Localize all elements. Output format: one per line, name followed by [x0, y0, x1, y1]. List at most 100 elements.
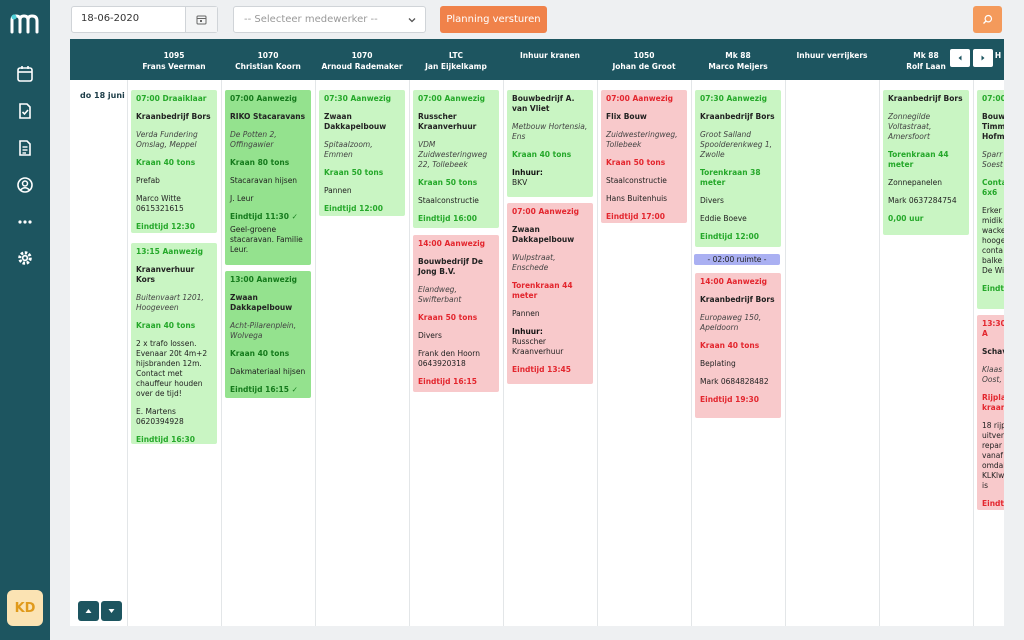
job-card[interactable]: 07:00 Aanwezig Russcher Kraanverhuur VDM…	[413, 90, 499, 228]
column-header: Inhuur kranen	[503, 39, 597, 80]
job-card[interactable]: 13:30 A Schav Klaas Oost, Rijpla kraan 1…	[977, 315, 1004, 510]
job-card[interactable]: 13:15 Aanwezig Kraanverhuur Kors Buitenv…	[131, 243, 217, 444]
job-time: 13:00 Aanwezig	[230, 275, 298, 284]
job-card[interactable]: 13:00 Aanwezig Zwaan Dakkapelbouw Acht-P…	[225, 271, 311, 398]
job-location: Acht-Pilarenplein, Wolvega	[230, 321, 297, 340]
gap-indicator: - 02:00 ruimte -	[694, 254, 780, 265]
sidebar: KD	[0, 0, 50, 640]
job-crane: Kraan 50 tons	[606, 158, 666, 167]
job-company: Schav	[982, 347, 1004, 356]
job-crane: Kraan 80 tons	[230, 158, 290, 167]
job-contact: Mark 0637284754	[888, 196, 957, 205]
job-location: Verda Fundering Omslag, Meppel	[136, 130, 198, 149]
job-location: Europaweg 150, Apeldoorn	[700, 313, 762, 332]
job-endtime: Eindti	[982, 499, 1004, 508]
column-divider	[973, 80, 974, 626]
job-task: Pannen	[512, 309, 540, 318]
job-company: Zwaan Dakkapelbouw	[324, 112, 387, 131]
chevron-down-icon	[408, 18, 416, 23]
job-hours: 0,00 uur	[888, 214, 924, 223]
job-endtime: Eindtijd 12:30	[136, 222, 195, 231]
column-name: Inhuur kranen	[520, 51, 580, 60]
job-card[interactable]: 07:00 Aanwezig Flix Bouw Zuidwesteringwe…	[601, 90, 687, 223]
column-code: LTC	[448, 51, 464, 60]
job-crane: Torenkraan 38 meter	[700, 168, 761, 187]
job-company: Bouwbedrijf De Jong B.V.	[418, 257, 483, 276]
scroll-down-button[interactable]	[101, 601, 122, 621]
logo-icon	[10, 14, 39, 34]
job-time: 14:00 Aanwezig	[700, 277, 768, 286]
job-crane: Kraan 50 tons	[418, 178, 478, 187]
scroll-up-button[interactable]	[78, 601, 99, 621]
calendar-icon	[196, 15, 207, 25]
job-card[interactable]: 07:00 Aanwezig Zwaan Dakkapelbouw Wulpst…	[507, 203, 593, 384]
employee-select[interactable]: -- Selecteer medewerker --	[233, 6, 426, 33]
job-company: Zwaan Dakkapelbouw	[230, 293, 293, 312]
job-time: 07:00 Aanwezig	[418, 94, 486, 103]
job-card[interactable]: 07:00 Bouw Timm Hofm Sparr Soest Conta 6…	[977, 90, 1004, 309]
job-location: Metbouw Hortensia, Ens	[512, 122, 588, 141]
job-card[interactable]: Bouwbedrijf A. van Vliet Metbouw Hortens…	[507, 90, 593, 197]
job-card[interactable]: 07:00 Aanwezig RIKO Stacaravans De Potte…	[225, 90, 311, 265]
column-name: Arnoud Rademaker	[321, 62, 403, 71]
job-task: Staalconstructie	[418, 196, 479, 205]
column-header: H	[992, 39, 1004, 80]
job-card[interactable]: 14:00 Aanwezig Bouwbedrijf De Jong B.V. …	[413, 235, 499, 392]
date-input[interactable]: 18-06-2020	[71, 6, 218, 33]
column-name: Johan de Groot	[612, 62, 676, 71]
prev-columns-button[interactable]	[950, 49, 970, 67]
user-circle-icon[interactable]	[16, 176, 34, 194]
search-button[interactable]	[973, 6, 1002, 33]
job-card[interactable]: 14:00 Aanwezig Kraanbedrijf Bors Europaw…	[695, 273, 781, 418]
column-divider	[597, 80, 598, 626]
next-columns-button[interactable]	[973, 49, 993, 67]
job-crane: Conta 6x6	[982, 178, 1004, 197]
column-header: 1095 Frans Veerman	[127, 39, 221, 80]
send-planning-button[interactable]: Planning versturen	[440, 6, 547, 33]
job-card[interactable]: 07:30 Aanwezig Zwaan Dakkapelbouw Spitaa…	[319, 90, 405, 216]
document-list-icon[interactable]	[16, 139, 34, 157]
job-task: Staalconstructie	[606, 176, 667, 185]
job-company: Russcher Kraanverhuur	[418, 112, 477, 131]
job-location: Zuidwesteringweg, Tollebeek	[606, 130, 678, 149]
job-card[interactable]: 07:30 Aanwezig Kraanbedrijf Bors Groot S…	[695, 90, 781, 247]
column-name: Frans Veerman	[142, 62, 206, 71]
job-endtime: Eindtijd 11:30 ✓	[230, 212, 298, 221]
job-notes: Geel-groene stacaravan. Familie Leur.	[230, 225, 303, 254]
job-contact: J. Leur	[230, 194, 254, 203]
more-dots-icon[interactable]	[16, 213, 34, 231]
employee-select-placeholder: -- Selecteer medewerker --	[244, 14, 378, 25]
job-endtime: Eindtijd 16:15 ✓	[230, 385, 298, 394]
column-code: 1050	[633, 51, 655, 60]
job-location: Groot Salland Spoolderenkweg 1, Zwolle	[700, 130, 773, 159]
column-header: LTC Jan Eijkelkamp	[409, 39, 503, 80]
job-card[interactable]: Kraanbedrijf Bors Zonnegilde Voltastraat…	[883, 90, 969, 235]
job-endtime: Eindtijd 17:00	[606, 212, 665, 221]
job-company: Kraanbedrijf Bors	[700, 295, 775, 304]
column-code: Mk 88	[725, 51, 751, 60]
job-crane: Torenkraan 44 meter	[888, 150, 949, 169]
column-code: 1070	[351, 51, 373, 60]
gear-icon[interactable]	[16, 249, 34, 267]
job-task: Dakmateriaal hijsen	[230, 367, 306, 376]
document-check-icon[interactable]	[16, 102, 34, 120]
job-card[interactable]: 07:00 Draaiklaar Kraanbedrijf Bors Verda…	[131, 90, 217, 233]
job-contact: Frank den Hoorn 0643920318	[418, 349, 480, 368]
job-location: VDM Zuidwesteringweg 22, Tollebeek	[418, 140, 488, 169]
calendar-icon[interactable]	[16, 65, 34, 83]
job-location: De Potten 2, Offingawier	[230, 130, 277, 149]
job-crane: Kraan 40 tons	[230, 349, 290, 358]
job-rental-label: Inhuur:	[512, 168, 543, 177]
avatar[interactable]: KD	[7, 590, 43, 626]
column-header: 1050 Johan de Groot	[597, 39, 691, 80]
column-name: Inhuur verrijkers	[796, 51, 868, 60]
job-task: Prefab	[136, 176, 160, 185]
job-crane: Kraan 50 tons	[418, 313, 478, 322]
chevron-right-icon	[981, 55, 985, 61]
job-company: Flix Bouw	[606, 112, 647, 121]
date-picker-button[interactable]	[185, 7, 217, 32]
column-header: Mk 88 Marco Meijers	[691, 39, 785, 80]
job-time: 07:00 Aanwezig	[512, 207, 580, 216]
column-divider	[315, 80, 316, 626]
job-time: 13:30 A	[982, 319, 1004, 338]
